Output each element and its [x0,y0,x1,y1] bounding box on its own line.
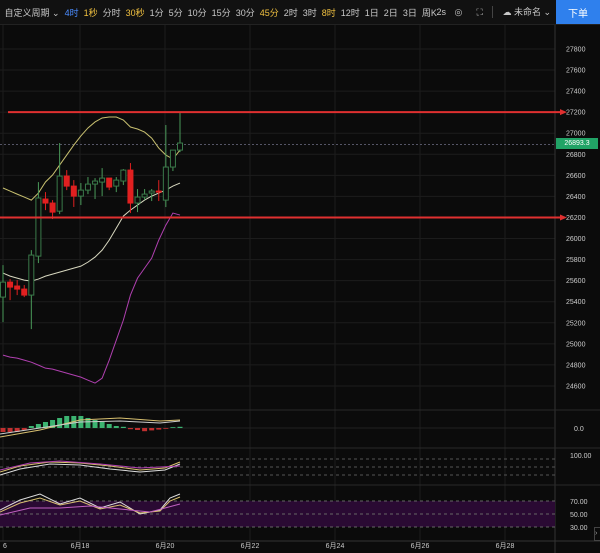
candle-body [113,179,120,187]
candle-body [120,169,127,182]
osc2-label: 30.00 [570,525,588,532]
date-tick: 6月18 [71,542,90,550]
candle-body [148,190,155,194]
macd-bar [7,428,13,432]
macd-bar [149,428,155,431]
macd-bar [163,428,169,429]
price-tick: 26200 [566,215,586,222]
candle-body [70,185,77,197]
macd-bar [142,428,148,432]
price-tick: 26600 [566,173,586,180]
price-tick: 27000 [566,131,586,138]
chart-canvas[interactable]: 27800 27600 27400 27200 27000 26800 26600 26400… [0,0,600,553]
date-tick: 6月20 [156,542,175,550]
order-button[interactable]: 下单 [556,0,600,24]
price-tick: 25400 [566,299,586,306]
candle-body [92,180,99,185]
macd-bar [35,424,41,428]
price-tick: 25200 [566,320,586,327]
upper-band-line [2,116,181,201]
candle-body [7,281,14,288]
macd-bar [156,428,162,430]
candle-body [35,197,42,257]
price-tick: 26400 [566,194,586,201]
price-tick: 25000 [566,341,586,348]
date-tick: 6月22 [241,542,260,550]
candle-body [99,177,106,183]
macd-bar [170,427,176,428]
date-tick: 6 [3,543,7,550]
price-tick: 27400 [566,89,586,96]
price-tick: 25800 [566,257,586,264]
candle-body [141,193,148,198]
candle-body [21,288,28,296]
macd-bar [127,428,133,430]
candle-body [106,177,113,188]
current-price-tag: 26893.3 [556,138,598,149]
osc-label: 100.00 [570,453,592,460]
macd-bar [177,426,183,428]
candle-body [127,169,134,204]
candle-body [42,198,49,204]
macd-bar [99,422,105,428]
date-tick: 6月26 [411,542,430,550]
candle-body [84,183,91,191]
candle-body [14,285,21,290]
macd-bar [113,426,119,428]
candle-body [77,189,84,197]
candle-body [28,254,35,296]
price-tick: 26800 [566,152,586,159]
macd-bar [57,418,63,428]
price-tick: 24800 [566,362,586,369]
price-tick: 24600 [566,383,586,390]
candle-body [63,175,70,187]
candle-body [134,196,141,204]
collapse-panel-button[interactable]: › [594,527,600,541]
price-tick: 26000 [566,236,586,243]
candle-body [169,149,176,168]
candle-body [0,281,6,298]
date-tick: 6月24 [326,542,345,550]
osc-line-2 [0,463,181,476]
date-tick: 6月28 [496,542,515,550]
macd-bar [28,426,34,428]
price-tick: 27200 [566,110,586,117]
macd-bar [120,426,126,428]
candle-body [49,202,56,213]
osc2-label: 70.00 [570,499,588,506]
price-tick: 25600 [566,278,586,285]
candle-body [56,175,63,212]
price-tick: 27600 [566,68,586,75]
osc2-label: 50.00 [570,512,588,519]
candle-body [162,166,169,201]
candle-body [177,142,183,151]
candle-body [155,190,162,193]
macd-bar [106,424,112,428]
price-tick: 27800 [566,47,586,54]
macd-zero-label: 0.0 [574,426,584,433]
macd-bar [135,428,141,430]
macd-bar [64,416,70,428]
macd-bar [0,428,6,432]
